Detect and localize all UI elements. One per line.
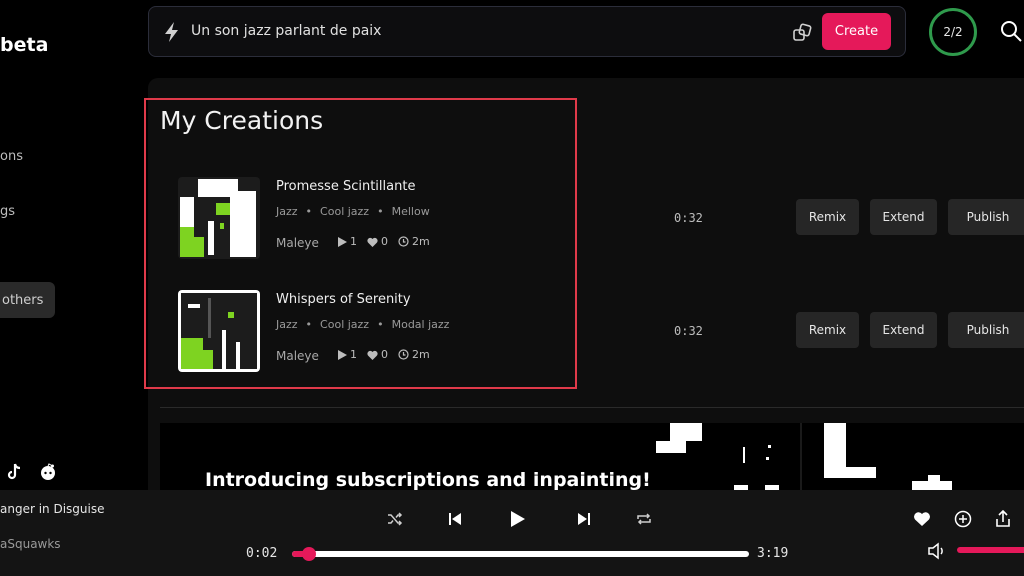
remix-button[interactable]: Remix bbox=[796, 199, 859, 235]
song-row[interactable]: Promesse Scintillante Jazz • Cool jazz • Mel… bbox=[160, 177, 1024, 277]
banner-art bbox=[656, 423, 952, 490]
dice-icon[interactable] bbox=[792, 23, 812, 43]
repeat-icon[interactable] bbox=[633, 508, 655, 530]
sidebar-item-creations[interactable]: ons bbox=[0, 149, 23, 164]
tiktok-icon[interactable] bbox=[4, 462, 24, 482]
prompt-bar: Un son jazz parlant de paix Create bbox=[148, 6, 906, 57]
song-age: 2m bbox=[412, 348, 430, 361]
song-title[interactable]: Whispers of Serenity bbox=[276, 292, 411, 307]
song-cover[interactable] bbox=[178, 177, 260, 259]
song-row[interactable]: Whispers of Serenity Jazz • Cool jazz • Moda… bbox=[160, 290, 1024, 390]
play-count: 1 bbox=[350, 235, 357, 248]
share-icon[interactable] bbox=[992, 508, 1014, 530]
song-tags: Jazz • Cool jazz • Mellow bbox=[276, 205, 430, 218]
song-age: 2m bbox=[412, 235, 430, 248]
song-duration: 0:32 bbox=[674, 324, 703, 338]
tag[interactable]: Cool jazz bbox=[320, 318, 369, 331]
song-artist[interactable]: Maleye bbox=[276, 349, 319, 363]
next-icon[interactable] bbox=[573, 508, 595, 530]
publish-button[interactable]: Publish bbox=[948, 312, 1024, 348]
play-count-icon bbox=[338, 349, 347, 360]
prompt-input[interactable]: Un son jazz parlant de paix bbox=[191, 23, 381, 39]
create-button[interactable]: Create bbox=[822, 13, 891, 50]
brand-label: beta bbox=[0, 34, 49, 56]
others-label: others bbox=[2, 292, 44, 308]
song-stats: 1 0 2m bbox=[338, 348, 430, 361]
song-tags: Jazz • Cool jazz • Modal jazz bbox=[276, 318, 450, 331]
play-count: 1 bbox=[350, 348, 357, 361]
song-cover[interactable] bbox=[178, 290, 260, 372]
volume-slider[interactable] bbox=[957, 547, 1024, 553]
progress-handle[interactable] bbox=[302, 547, 316, 561]
extend-button[interactable]: Extend bbox=[870, 312, 937, 348]
tag[interactable]: Jazz bbox=[276, 318, 298, 331]
player-bar: anger in Disguise aSquawks 0:02 3:19 bbox=[0, 490, 1024, 576]
now-playing-artist[interactable]: aSquawks bbox=[0, 537, 61, 551]
extend-button[interactable]: Extend bbox=[870, 199, 937, 235]
song-duration: 0:32 bbox=[674, 211, 703, 225]
tag[interactable]: Cool jazz bbox=[320, 205, 369, 218]
tag[interactable]: Modal jazz bbox=[392, 318, 450, 331]
progress-slider[interactable] bbox=[292, 547, 749, 561]
now-playing-title[interactable]: anger in Disguise bbox=[0, 502, 104, 516]
clock-icon bbox=[398, 236, 409, 247]
play-icon[interactable] bbox=[507, 508, 529, 530]
search-icon[interactable] bbox=[1000, 20, 1022, 42]
sidebar: beta ons gs others bbox=[0, 0, 150, 490]
banner-divider bbox=[800, 423, 802, 490]
song-artist[interactable]: Maleye bbox=[276, 236, 319, 250]
tag[interactable]: Mellow bbox=[392, 205, 430, 218]
publish-button[interactable]: Publish bbox=[948, 199, 1024, 235]
heart-icon[interactable] bbox=[911, 508, 933, 530]
sidebar-item-settings[interactable]: gs bbox=[0, 204, 15, 219]
shuffle-icon[interactable] bbox=[384, 508, 406, 530]
credits-badge: 2/2 bbox=[929, 8, 977, 56]
lightning-icon bbox=[165, 22, 178, 42]
add-icon[interactable] bbox=[952, 508, 974, 530]
like-count: 0 bbox=[381, 235, 388, 248]
page-title: My Creations bbox=[160, 106, 324, 135]
previous-icon[interactable] bbox=[444, 508, 466, 530]
total-time: 3:19 bbox=[757, 546, 789, 561]
volume-icon[interactable] bbox=[927, 541, 947, 561]
tag[interactable]: Jazz bbox=[276, 205, 298, 218]
heart-icon bbox=[367, 350, 378, 360]
clock-icon bbox=[398, 349, 409, 360]
reddit-icon[interactable] bbox=[38, 462, 58, 482]
sidebar-item-others[interactable]: others bbox=[0, 282, 55, 318]
song-stats: 1 0 2m bbox=[338, 235, 430, 248]
remix-button[interactable]: Remix bbox=[796, 312, 859, 348]
like-count: 0 bbox=[381, 348, 388, 361]
announcement-banner[interactable]: Introducing subscriptions and inpainting… bbox=[160, 423, 1024, 490]
elapsed-time: 0:02 bbox=[246, 546, 278, 561]
heart-icon bbox=[367, 237, 378, 247]
song-title[interactable]: Promesse Scintillante bbox=[276, 179, 415, 194]
section-divider bbox=[160, 407, 1024, 408]
play-count-icon bbox=[338, 236, 347, 247]
banner-title: Introducing subscriptions and inpainting… bbox=[205, 469, 651, 490]
